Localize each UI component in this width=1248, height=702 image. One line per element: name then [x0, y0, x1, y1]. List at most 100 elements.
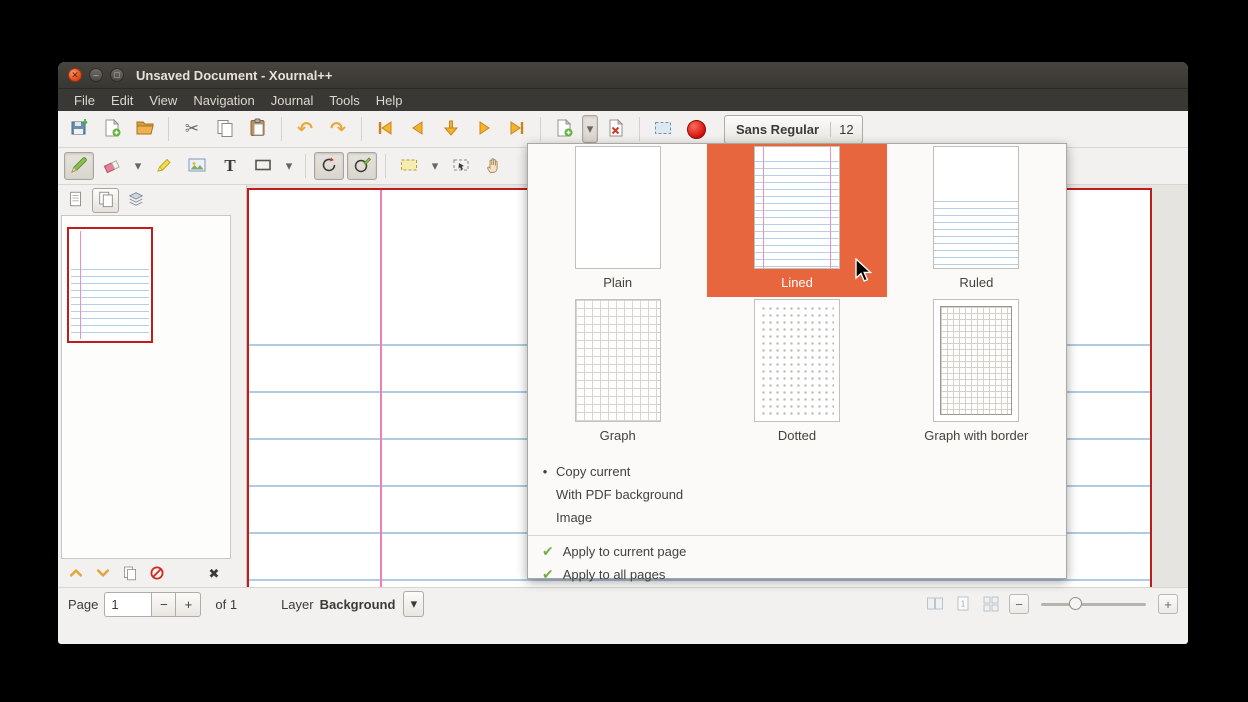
insert-image-button[interactable] [182, 152, 212, 180]
font-name[interactable]: Sans Regular [725, 122, 830, 137]
checkmark-icon: ✔ [542, 566, 554, 583]
first-page-icon [375, 118, 395, 141]
new-page-button[interactable] [549, 115, 579, 143]
select-region-button[interactable] [394, 152, 424, 180]
menu-help[interactable]: Help [368, 93, 411, 108]
template-dotted[interactable]: Dotted [707, 297, 886, 450]
template-graph[interactable]: Graph [528, 297, 707, 450]
tab-pages[interactable] [92, 188, 119, 213]
highlighter-button[interactable] [149, 152, 179, 180]
select-object-button[interactable] [446, 152, 476, 180]
record-audio-button[interactable] [681, 115, 711, 143]
preview-lines [755, 161, 839, 268]
radio-bullet-icon: • [540, 464, 550, 479]
delete-page-sidebar-button[interactable] [146, 563, 168, 585]
duplicate-page-button[interactable] [119, 563, 141, 585]
toolbar-separator [168, 117, 169, 141]
page-template-popup: Plain Lined Ruled Graph [527, 143, 1067, 579]
minimize-button[interactable]: – [89, 68, 103, 82]
move-page-up-button[interactable] [65, 563, 87, 585]
toolbar-separator [281, 117, 282, 141]
draw-circle-button[interactable] [347, 152, 377, 180]
page-number-input[interactable] [104, 592, 151, 617]
checkmark-icon: ✔ [542, 543, 554, 560]
statusbar-right: 1 − + [925, 594, 1178, 614]
page-decrement-button[interactable]: − [151, 592, 176, 617]
zoom-in-button[interactable]: + [1158, 594, 1178, 614]
cut-button[interactable]: ✂ [177, 115, 207, 143]
layer-dropdown-button[interactable]: ▾ [403, 591, 424, 617]
shape-tool-button[interactable] [248, 152, 278, 180]
page-increment-button[interactable]: + [176, 592, 201, 617]
font-selector[interactable]: Sans Regular 12 [724, 115, 863, 144]
font-size[interactable]: 12 [830, 122, 861, 137]
fullscreen-button[interactable] [648, 115, 678, 143]
menu-navigation[interactable]: Navigation [185, 93, 262, 108]
select-region-dropdown-button[interactable]: ▾ [427, 152, 443, 180]
menu-view[interactable]: View [141, 93, 185, 108]
redo-button[interactable]: ↷ [323, 115, 353, 143]
hand-tool-button[interactable] [479, 152, 509, 180]
option-image[interactable]: Image [540, 506, 1066, 529]
move-page-down-button[interactable] [92, 563, 114, 585]
close-sidebar-button[interactable]: ✖ [203, 563, 225, 585]
apply-to-current-page[interactable]: ✔ Apply to current page [528, 540, 1066, 563]
pen-icon [69, 155, 89, 178]
fullscreen-icon [653, 118, 673, 141]
select-region-icon [399, 155, 419, 178]
tab-layers[interactable] [122, 188, 149, 213]
first-page-button[interactable] [370, 115, 400, 143]
single-page-button[interactable]: 1 [953, 594, 973, 614]
text-tool-button[interactable]: T [215, 152, 245, 180]
option-with-pdf-background[interactable]: With PDF background [540, 483, 1066, 506]
eraser-button[interactable] [97, 152, 127, 180]
undo-button[interactable]: ↶ [290, 115, 320, 143]
menu-journal[interactable]: Journal [263, 93, 322, 108]
tab-document-preview[interactable] [62, 188, 89, 213]
hand-icon [484, 155, 504, 178]
delete-page-button[interactable] [601, 115, 631, 143]
template-plain[interactable]: Plain [528, 144, 707, 297]
maximize-button[interactable]: □ [110, 68, 124, 82]
template-graph-border-preview [933, 299, 1019, 422]
template-ruled[interactable]: Ruled [887, 144, 1066, 297]
template-graph-with-border[interactable]: Graph with border [887, 297, 1066, 450]
pen-button[interactable] [64, 152, 94, 180]
thumbnail-lines [71, 269, 149, 337]
document-icon [67, 190, 85, 211]
save-button[interactable] [64, 115, 94, 143]
menu-edit[interactable]: Edit [103, 93, 141, 108]
shape-recognizer-button[interactable] [314, 152, 344, 180]
page-thumbnail[interactable] [67, 227, 153, 343]
new-page-dropdown-button[interactable]: ▾ [582, 115, 598, 143]
toolbar-separator [385, 154, 386, 178]
titlebar[interactable]: ✕ – □ Unsaved Document - Xournal++ [58, 62, 1188, 89]
goto-page-button[interactable] [436, 115, 466, 143]
grid-view-button[interactable] [981, 594, 1001, 614]
page-preview-panel [61, 215, 231, 559]
option-label: Image [556, 510, 592, 525]
open-button[interactable] [130, 115, 160, 143]
apply-to-all-pages[interactable]: ✔ Apply to all pages [528, 563, 1066, 586]
dual-page-button[interactable] [925, 594, 945, 614]
last-page-button[interactable] [502, 115, 532, 143]
next-page-button[interactable] [469, 115, 499, 143]
zoom-out-button[interactable]: − [1009, 594, 1029, 614]
menu-file[interactable]: File [66, 93, 103, 108]
previous-page-button[interactable] [403, 115, 433, 143]
paste-button[interactable] [243, 115, 273, 143]
last-page-icon [507, 118, 527, 141]
eraser-dropdown-button[interactable]: ▾ [130, 152, 146, 180]
new-document-button[interactable] [97, 115, 127, 143]
layer-label: Layer [281, 597, 314, 612]
menu-tools[interactable]: Tools [321, 93, 367, 108]
apply-label: Apply to current page [563, 544, 687, 559]
zoom-slider[interactable] [1041, 597, 1146, 611]
copy-button[interactable] [210, 115, 240, 143]
shape-dropdown-button[interactable]: ▾ [281, 152, 297, 180]
option-copy-current[interactable]: • Copy current [540, 460, 1066, 483]
preview-grid [940, 306, 1012, 415]
redo-icon: ↷ [330, 118, 346, 141]
close-button[interactable]: ✕ [68, 68, 82, 82]
zoom-slider-knob[interactable] [1069, 597, 1082, 610]
